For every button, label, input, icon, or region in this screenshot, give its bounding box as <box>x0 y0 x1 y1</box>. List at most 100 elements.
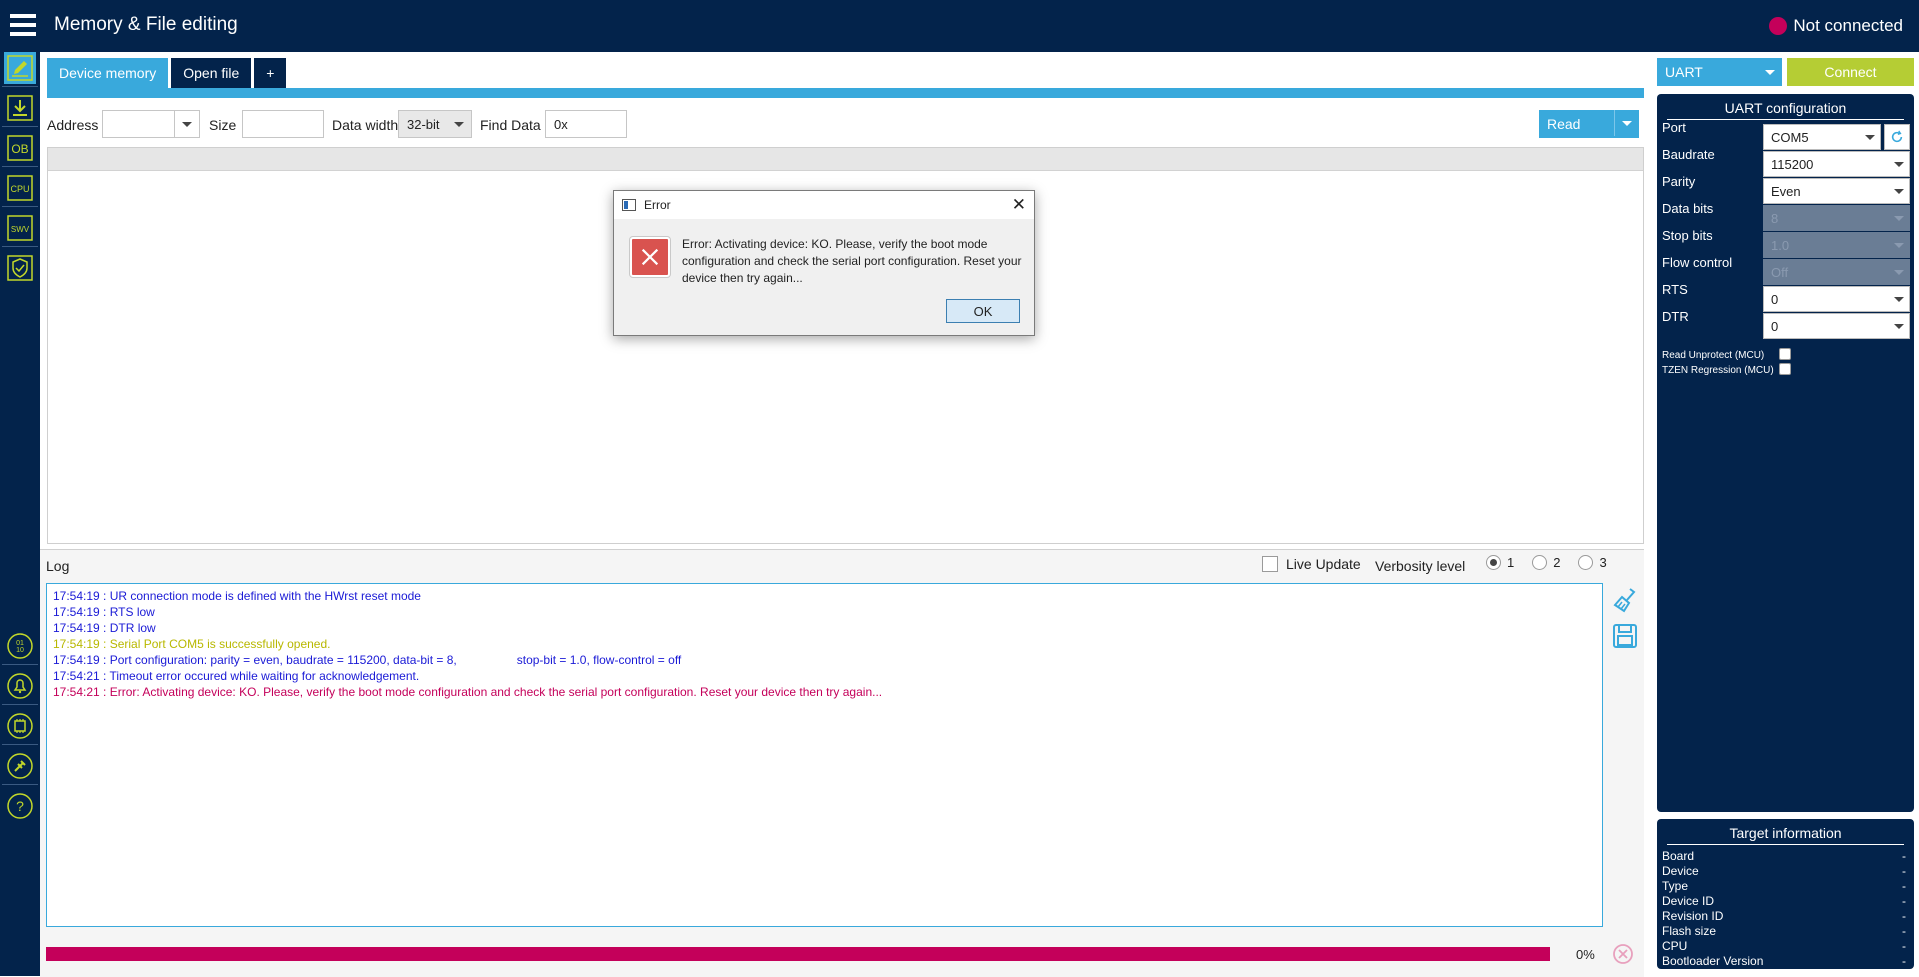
log-line: 17:54:19 : DTR low <box>53 621 156 635</box>
connection-panel: UART Connect UART configuration Port COM… <box>1650 52 1919 976</box>
target-row-type: Type - <box>1657 879 1914 894</box>
sidebar-item-bell[interactable] <box>4 670 36 702</box>
radio-button[interactable] <box>1578 555 1594 570</box>
address-combo[interactable] <box>102 110 200 138</box>
config-row-flow-control: Flow control Off <box>1662 255 1910 285</box>
dtr-select[interactable]: 0 <box>1763 313 1910 339</box>
live-update-toggle[interactable]: Live Update <box>1262 556 1361 572</box>
log-line: 17:54:19 : Port configuration: parity = … <box>53 653 682 667</box>
dialog-titlebar: Error ✕ <box>614 191 1034 219</box>
tab-device-memory[interactable]: Device memory <box>47 58 169 88</box>
radio-label: 3 <box>1599 555 1607 570</box>
rts-label: RTS <box>1662 282 1688 297</box>
sidebar-item-option-bytes[interactable]: OB <box>4 132 36 164</box>
flow-control-value: Off <box>1771 265 1789 280</box>
read-button-label: Read <box>1547 116 1581 132</box>
chevron-down-icon <box>447 111 471 137</box>
target-label: CPU <box>1662 939 1688 953</box>
config-row-rts: RTS 0 <box>1662 282 1910 312</box>
target-row-device-id: Device ID - <box>1657 894 1914 909</box>
sidebar-item-memory-edit[interactable] <box>4 52 36 84</box>
sidebar-item-security[interactable] <box>4 252 36 284</box>
verbosity-option-3[interactable]: 3 <box>1578 555 1607 570</box>
size-label: Size <box>209 117 237 133</box>
read-button[interactable]: Read <box>1539 110 1639 138</box>
sidebar-item-chip[interactable] <box>4 710 36 742</box>
chevron-down-icon <box>1889 260 1909 284</box>
save-icon[interactable] <box>1610 621 1640 651</box>
add-tab-button[interactable]: + <box>254 58 287 88</box>
target-row-bootloader-version: Bootloader Version - <box>1657 954 1914 969</box>
error-icon <box>630 237 670 277</box>
ok-button[interactable]: OK <box>946 299 1020 323</box>
progress-row: 0% <box>46 943 1644 967</box>
log-line: 17:54:19 : RTS low <box>53 605 155 619</box>
data-width-label: Data width <box>332 117 399 133</box>
find-data-input[interactable]: 0x <box>545 110 627 138</box>
target-label: Device ID <box>1662 894 1715 908</box>
progress-bar <box>46 947 1550 961</box>
log-output[interactable]: 17:54:19 : UR connection mode is defined… <box>46 583 1603 927</box>
chevron-down-icon <box>1860 125 1880 149</box>
target-row-board: Board - <box>1657 849 1914 864</box>
verbosity-option-2[interactable]: 2 <box>1532 555 1560 570</box>
baudrate-label: Baudrate <box>1662 147 1715 162</box>
data-bits-select: 8 <box>1763 205 1910 231</box>
baudrate-value: 115200 <box>1771 157 1814 172</box>
radio-button[interactable] <box>1532 555 1548 570</box>
data-bits-value: 8 <box>1771 211 1779 226</box>
window-icon <box>622 199 636 211</box>
size-input[interactable] <box>242 110 324 138</box>
sidebar-item-binary[interactable]: 01 10 <box>4 630 36 662</box>
uart-config-panel: UART configuration Port COM5 Baudrate 11… <box>1657 94 1914 812</box>
parity-select[interactable]: Even <box>1763 178 1910 204</box>
sidebar-item-cpu[interactable]: CPU <box>4 172 36 204</box>
tzen-regression-label: TZEN Regression (MCU) <box>1662 365 1774 376</box>
read-unprotect-checkbox[interactable] <box>1779 348 1791 360</box>
radio-button[interactable] <box>1486 555 1501 570</box>
divider <box>2 246 38 247</box>
sidebar-item-help[interactable]: ? <box>4 790 36 822</box>
parity-value: Even <box>1771 184 1801 199</box>
rts-value: 0 <box>1771 292 1779 307</box>
divider <box>2 126 38 127</box>
sidebar-item-plugin[interactable] <box>4 750 36 782</box>
baudrate-select[interactable]: 115200 <box>1763 151 1910 177</box>
dialog-message: Error: Activating device: KO. Please, ve… <box>682 237 1022 285</box>
port-select[interactable]: COM5 <box>1763 124 1881 150</box>
tab-open-file[interactable]: Open file <box>171 58 252 88</box>
pencil-icon <box>7 55 33 81</box>
target-row-cpu: CPU - <box>1657 939 1914 954</box>
status-dot-icon <box>1769 17 1788 35</box>
log-line: 17:54:21 : Error: Activating device: KO.… <box>53 685 883 699</box>
sidebar-item-swv[interactable]: SWV <box>4 212 36 244</box>
interface-select[interactable]: UART <box>1657 58 1782 86</box>
chevron-down-icon[interactable] <box>1614 110 1639 136</box>
stop-bits-select: 1.0 <box>1763 232 1910 258</box>
chip-icon <box>7 713 33 739</box>
connection-status: Not connected <box>1769 16 1903 36</box>
error-dialog: Error ✕ Error: Activating device: KO. Pl… <box>613 190 1035 336</box>
rts-select[interactable]: 0 <box>1763 286 1910 312</box>
menu-icon[interactable] <box>10 14 36 36</box>
data-width-select[interactable]: 32-bit <box>398 110 472 138</box>
progress-fill <box>47 948 1549 960</box>
live-update-label: Live Update <box>1286 556 1361 572</box>
verbosity-option-1[interactable]: 1 <box>1486 555 1514 570</box>
dtr-label: DTR <box>1662 309 1689 324</box>
find-data-value: 0x <box>554 117 568 132</box>
broom-icon[interactable] <box>1610 585 1640 615</box>
divider <box>2 86 38 87</box>
tzen-regression-checkbox[interactable] <box>1779 363 1791 375</box>
svg-text:SWV: SWV <box>11 225 30 234</box>
refresh-ports-button[interactable] <box>1884 124 1910 150</box>
close-icon[interactable]: ✕ <box>1012 195 1026 215</box>
sidebar: OB CPU SWV 01 10 ? <box>0 52 40 976</box>
find-data-label: Find Data <box>480 117 541 133</box>
cancel-icon[interactable] <box>1612 943 1634 965</box>
chevron-down-icon <box>1889 179 1909 203</box>
connect-button[interactable]: Connect <box>1787 58 1914 86</box>
sidebar-item-programming[interactable] <box>4 92 36 124</box>
live-update-checkbox[interactable] <box>1262 556 1278 572</box>
target-value: - <box>1902 864 1906 878</box>
